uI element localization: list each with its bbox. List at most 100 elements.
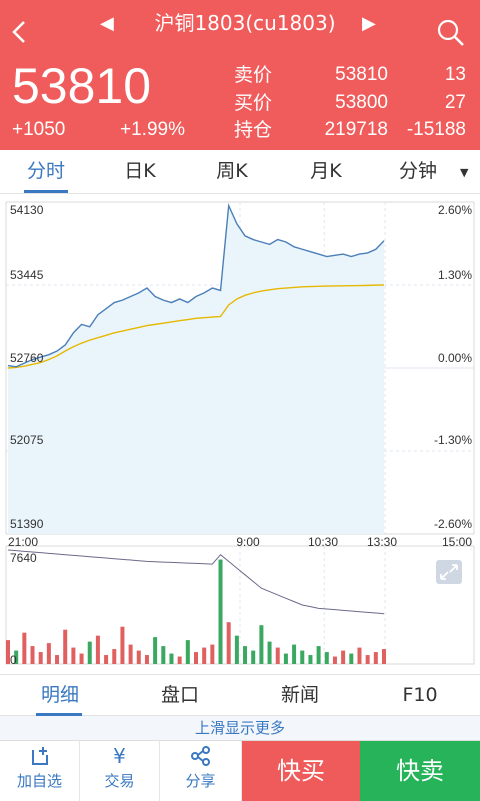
volume-bar [218,559,223,664]
volume-bar [275,647,280,664]
volume-bar [177,656,182,664]
volume-bar [308,655,313,664]
volume-bar [251,650,256,664]
volume-bar [324,652,329,664]
time-tick-label: 15:00 [442,535,472,549]
expand-chart-icon[interactable] [436,560,462,584]
open-interest-change: -15188 [406,119,466,140]
time-tick-label: 21:00 [8,535,38,549]
volume-bar [292,644,297,664]
volume-bar [153,637,158,664]
volume-bar [136,650,141,664]
trade-label: 交易 [104,772,135,790]
intraday-chart[interactable]: 54130 53445 52760 52075 51390 2.60% 1.30% 0.00%… [0,194,480,674]
previous-contract-icon[interactable]: ◀ [100,10,114,38]
pct-tick-label: -1.30% [434,433,472,447]
price-tick-label: 51390 [10,517,44,531]
price-change-pct: +1.99% [120,119,185,140]
volume-bar [202,647,207,664]
back-arrow-icon[interactable] [8,14,32,50]
ask-volume: 13 [444,64,466,85]
volume-bar [226,622,231,664]
next-contract-icon[interactable]: ▶ [362,10,376,38]
time-tick-label: 9:00 [236,535,260,549]
tab-weekly-k[interactable]: 周K [198,150,266,194]
volume-bar [46,643,51,664]
volume-bar [283,653,288,664]
tab-daily-k[interactable]: 日K [106,150,174,194]
volume-bar [234,635,239,664]
volume-bar [349,653,354,664]
quick-sell-button[interactable]: 快卖 [360,741,480,801]
price-tick-label: 52075 [10,433,44,447]
volume-bar [185,640,190,664]
active-tab-indicator [24,190,68,193]
trade-button[interactable]: ¥ 交易 [80,741,160,801]
share-icon [160,741,241,769]
share-button[interactable]: 分享 [160,741,242,801]
time-tick-label: 10:30 [308,535,338,549]
volume-bar [357,647,362,664]
ask-price: 53810 [335,64,388,85]
tab-intraday[interactable]: 分时 [12,150,80,194]
bid-volume: 27 [444,92,466,113]
volume-bar [79,653,84,664]
volume-bar [112,649,117,664]
bid-price: 53800 [335,92,388,113]
tab-detail[interactable]: 明细 [20,675,100,717]
tab-order-book[interactable]: 盘口 [140,675,220,717]
ask-label: 卖价 [234,64,273,86]
volume-bar [259,625,264,664]
last-price: 53810 [12,58,152,114]
volume-bar [22,632,27,664]
search-icon[interactable] [436,18,466,48]
tab-monthly-k[interactable]: 月K [292,150,360,194]
volume-bar [55,655,60,664]
volume-bar [144,655,149,664]
tab-minute[interactable]: 分钟 [384,150,452,194]
volume-bar [373,652,378,664]
volume-bar [382,649,386,664]
volume-bar [300,650,305,664]
volume-min-label: 0 [10,653,17,667]
price-tick-label: 53445 [10,268,44,282]
price-change: +1050 [12,119,66,140]
tab-news[interactable]: 新闻 [260,675,340,717]
volume-max-label: 7640 [10,551,37,565]
add-watchlist-button[interactable]: 加自选 [0,741,80,801]
open-interest-label: 持仓 [234,119,273,141]
quote-header: ◀ 沪铜1803(cu1803) ▶ 53810 +1050 +1.99% 卖价… [0,0,480,150]
volume-bar [194,652,198,664]
open-interest-value: 219718 [324,119,388,140]
pct-tick-label: 2.60% [438,203,472,217]
volume-bar [38,652,43,664]
pct-tick-label: -2.60% [434,517,472,531]
volume-bar [267,641,272,664]
quick-buy-button[interactable]: 快买 [242,741,360,801]
volume-bar [365,655,370,664]
scroll-more-hint[interactable]: 上滑显示更多 [0,716,480,740]
volume-bar [63,629,68,664]
contract-title: 沪铜1803(cu1803) [154,11,336,35]
yen-icon: ¥ [113,744,126,768]
volume-bar [161,646,166,664]
volume-bar [71,647,76,664]
volume-bar [95,635,100,664]
volume-bar [210,644,215,664]
tab-f10[interactable]: F10 [380,675,460,717]
time-tick-label: 13:30 [367,535,397,549]
bottom-action-bar: 加自选 ¥ 交易 分享 快买 快卖 [0,740,480,801]
price-tick-label: 54130 [10,203,44,217]
volume-bar [332,656,337,664]
chevron-down-icon[interactable]: ▼ [460,166,468,179]
volume-bar [316,646,321,664]
volume-bar [87,641,92,664]
pct-tick-label: 1.30% [438,268,472,282]
volume-bar [128,644,133,664]
period-tabs: 分时 日K 周K 月K 分钟 ▼ [0,150,480,194]
volume-bar [341,650,346,664]
volume-bar [169,653,174,664]
volume-bar [120,626,125,664]
volume-bar [30,646,35,664]
volume-panel-frame [5,545,475,665]
